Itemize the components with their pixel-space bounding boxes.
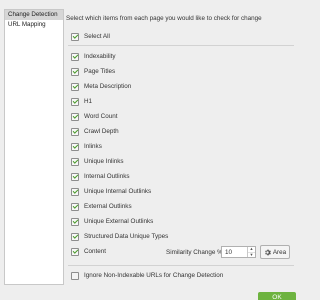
check-item-row[interactable]: Word Count [71, 111, 117, 122]
similarity-change-label: Similarity Change % [166, 249, 223, 256]
check-item-checkbox[interactable] [71, 202, 79, 211]
area-button[interactable]: Area [260, 245, 290, 259]
check-item-label: Unique Inlinks [84, 158, 124, 165]
sidebar-item-url-mapping[interactable]: URL Mapping [5, 20, 63, 30]
check-item-row[interactable]: Internal Outlinks [71, 171, 130, 182]
check-item-label: Meta Description [84, 83, 132, 90]
check-item-label: Unique External Outlinks [84, 218, 154, 225]
gear-icon [265, 249, 271, 255]
check-item-checkbox[interactable] [71, 172, 79, 181]
check-item-checkbox[interactable] [71, 217, 79, 226]
check-item-row[interactable]: Unique Internal Outlinks [71, 186, 151, 197]
select-all-checkbox[interactable] [71, 32, 79, 41]
check-item-row[interactable]: Crawl Depth [71, 126, 119, 137]
check-item-row[interactable]: Indexability [71, 51, 116, 62]
check-item-row[interactable]: Unique Inlinks [71, 156, 124, 167]
check-item-row[interactable]: Inlinks [71, 141, 102, 152]
ignore-non-indexable-row[interactable]: Ignore Non-Indexable URLs for Change Det… [71, 270, 223, 281]
ignore-non-indexable-label: Ignore Non-Indexable URLs for Change Det… [84, 272, 224, 279]
check-item-checkbox[interactable] [71, 82, 79, 91]
stepper-buttons: ▲ ▼ [247, 247, 255, 257]
select-all-label: Select All [84, 33, 110, 40]
area-button-label: Area [272, 248, 287, 256]
check-item-label: Internal Outlinks [84, 173, 130, 180]
check-item-label: Content [84, 248, 107, 255]
ignore-non-indexable-checkbox[interactable] [71, 271, 79, 280]
check-item-label: Inlinks [84, 143, 102, 150]
check-item-row[interactable]: Meta Description [71, 81, 131, 92]
check-item-checkbox[interactable] [71, 142, 79, 151]
check-item-row[interactable]: Page Titles [71, 66, 115, 77]
decrement-button[interactable]: ▼ [248, 251, 255, 258]
check-item-checkbox[interactable] [71, 67, 79, 76]
check-item-checkbox[interactable] [71, 52, 79, 61]
check-item-row[interactable]: Unique External Outlinks [71, 216, 153, 227]
similarity-change-stepper[interactable]: ▲ ▼ [221, 246, 256, 258]
similarity-change-input[interactable] [222, 247, 247, 257]
ok-button[interactable]: OK [258, 292, 296, 300]
check-item-checkbox[interactable] [71, 112, 79, 121]
check-item-row[interactable]: Content [71, 246, 106, 257]
divider [68, 265, 294, 266]
config-dialog: Change Detection URL Mapping Select whic… [0, 0, 300, 300]
check-item-checkbox[interactable] [71, 127, 79, 136]
select-all-row[interactable]: Select All [71, 31, 110, 42]
check-item-checkbox[interactable] [71, 247, 79, 256]
sidebar: Change Detection URL Mapping [4, 9, 64, 285]
check-item-row[interactable]: Structured Data Unique Types [71, 231, 168, 242]
check-item-label: Structured Data Unique Types [84, 233, 169, 240]
check-item-label: Unique Internal Outlinks [84, 188, 152, 195]
check-item-row[interactable]: H1 [71, 96, 92, 107]
check-item-label: H1 [84, 98, 93, 105]
check-item-label: Crawl Depth [84, 128, 119, 135]
check-item-checkbox[interactable] [71, 97, 79, 106]
check-item-checkbox[interactable] [71, 157, 79, 166]
check-item-checkbox[interactable] [71, 232, 79, 241]
check-item-row[interactable]: External Outlinks [71, 201, 132, 212]
panel-heading: Select which items from each page you wo… [66, 15, 262, 22]
check-item-label: External Outlinks [84, 203, 132, 210]
sidebar-item-change-detection[interactable]: Change Detection [5, 10, 63, 20]
check-item-label: Word Count [84, 113, 118, 120]
change-detection-panel: Select which items from each page you wo… [66, 9, 296, 285]
check-item-checkbox[interactable] [71, 187, 79, 196]
check-item-label: Indexability [84, 53, 116, 60]
divider [68, 45, 294, 46]
check-item-label: Page Titles [84, 68, 116, 75]
